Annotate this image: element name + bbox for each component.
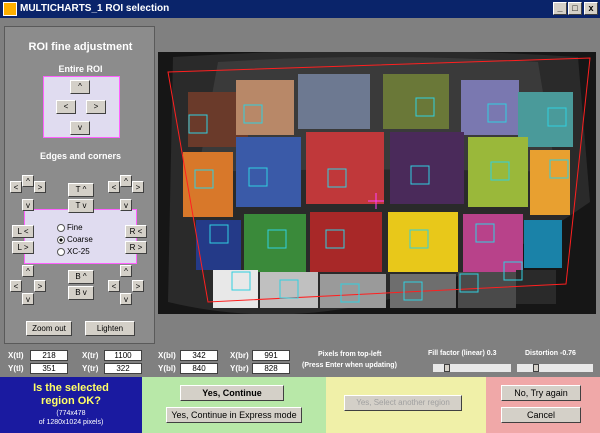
bl-right-button[interactable]: > — [34, 280, 46, 292]
br-left-button[interactable]: < — [108, 280, 120, 292]
maximize-button[interactable]: □ — [568, 2, 582, 15]
chart-image-svg — [158, 52, 596, 314]
bottom-up-button[interactable]: B ^ — [68, 270, 94, 284]
distortion-slider[interactable] — [516, 363, 594, 373]
panel-title: ROI fine adjustment — [28, 41, 133, 53]
entire-roi-box: ^ < > v — [43, 76, 120, 138]
pixels-hint-enter: (Press Enter when updating) — [302, 362, 397, 369]
ybl-input[interactable]: 840 — [180, 363, 218, 374]
bl-down-button[interactable]: v — [22, 293, 34, 305]
br-up-button[interactable]: ^ — [120, 265, 132, 277]
minimize-button[interactable]: _ — [553, 2, 567, 15]
fill-factor-label: Fill factor (linear) 0.3 — [428, 350, 497, 357]
lighten-button[interactable]: Lighten — [85, 321, 135, 336]
yes-continue-button[interactable]: Yes, Continue — [180, 385, 284, 401]
bl-left-button[interactable]: < — [10, 280, 22, 292]
ybr-input[interactable]: 828 — [252, 363, 290, 374]
tl-left-button[interactable]: < — [10, 181, 22, 193]
zoom-out-button[interactable]: Zoom out — [26, 321, 72, 336]
fill-factor-thumb[interactable] — [444, 364, 450, 372]
radio-coarse-dot — [57, 235, 65, 244]
tl-right-button[interactable]: > — [34, 181, 46, 193]
radio-xc25-dot — [57, 247, 65, 256]
question-line1: Is the selected — [33, 382, 109, 394]
select-another-region-button[interactable]: Yes, Select another region — [344, 395, 462, 411]
cancel-button[interactable]: Cancel — [501, 407, 581, 423]
tr-left-button[interactable]: < — [108, 181, 120, 193]
right-left-button[interactable]: R < — [125, 225, 147, 238]
coordinates-bar: X(tl) 218 Y(tl) 351 X(tr) 1100 Y(tr) 322… — [0, 347, 600, 377]
tr-down-button[interactable]: v — [120, 199, 132, 211]
xbr-label: X(br) — [230, 351, 249, 360]
window-title: MULTICHARTS_1 ROI selection — [20, 3, 170, 14]
retry-panel: No, Try again Cancel — [486, 377, 600, 433]
no-try-again-button[interactable]: No, Try again — [501, 385, 581, 401]
image-size: of 1280x1024 pixels) — [38, 419, 104, 426]
pixels-hint: Pixels from top-left — [318, 351, 382, 358]
left-left-button[interactable]: L < — [12, 225, 34, 238]
distortion-label: Distortion -0.76 — [525, 350, 576, 357]
fill-factor-slider[interactable] — [432, 363, 512, 373]
right-right-button[interactable]: R > — [125, 241, 147, 254]
xbl-label: X(bl) — [158, 351, 176, 360]
xtl-label: X(tl) — [8, 351, 24, 360]
ybr-label: Y(br) — [230, 364, 249, 373]
bottom-down-button[interactable]: B v — [68, 286, 94, 300]
roi-left-button[interactable]: < — [56, 100, 76, 114]
top-up-button[interactable]: T ^ — [68, 183, 94, 197]
chart-image[interactable] — [158, 52, 596, 314]
question-line2: region OK? — [41, 395, 101, 407]
roi-down-button[interactable]: v — [70, 121, 90, 135]
xbl-input[interactable]: 342 — [180, 350, 218, 361]
br-down-button[interactable]: v — [120, 293, 132, 305]
left-right-button[interactable]: L > — [12, 241, 34, 254]
roi-adjust-panel: ROI fine adjustment Entire ROI ^ < > v E… — [4, 26, 155, 344]
ytr-label: Y(tr) — [82, 364, 99, 373]
ytl-input[interactable]: 351 — [30, 363, 68, 374]
br-right-button[interactable]: > — [132, 280, 144, 292]
tr-right-button[interactable]: > — [132, 181, 144, 193]
tr-up-button[interactable]: ^ — [120, 175, 132, 187]
entire-roi-label: Entire ROI — [58, 64, 103, 74]
roi-up-button[interactable]: ^ — [70, 80, 90, 94]
roi-right-button[interactable]: > — [86, 100, 106, 114]
ytl-label: Y(tl) — [8, 364, 24, 373]
radio-coarse[interactable]: Coarse — [57, 235, 93, 244]
top-down-button[interactable]: T v — [68, 199, 94, 213]
region-size: (774x478 — [56, 410, 86, 417]
ytr-input[interactable]: 322 — [104, 363, 142, 374]
app-icon — [3, 2, 17, 16]
select-another-panel: Yes, Select another region — [326, 377, 486, 433]
distortion-thumb[interactable] — [533, 364, 539, 372]
xtr-label: X(tr) — [82, 351, 99, 360]
radio-fine-dot — [57, 223, 65, 232]
xtr-input[interactable]: 1100 — [104, 350, 142, 361]
xbr-input[interactable]: 991 — [252, 350, 290, 361]
bl-up-button[interactable]: ^ — [22, 265, 34, 277]
title-bar: MULTICHARTS_1 ROI selection _ □ x — [0, 0, 600, 18]
close-button[interactable]: x — [584, 2, 598, 15]
yes-express-button[interactable]: Yes, Continue in Express mode — [166, 407, 302, 423]
edges-corners-label: Edges and corners — [39, 151, 122, 161]
radio-fine[interactable]: Fine — [57, 223, 83, 232]
main-area: ROI fine adjustment Entire ROI ^ < > v E… — [0, 18, 600, 347]
xtl-input[interactable]: 218 — [30, 350, 68, 361]
question-panel: Is the selected region OK? (774x478 of 1… — [0, 377, 142, 433]
ybl-label: Y(bl) — [158, 364, 176, 373]
tl-up-button[interactable]: ^ — [22, 175, 34, 187]
radio-xc25[interactable]: XC-25 — [57, 247, 90, 256]
continue-panel: Yes, Continue Yes, Continue in Express m… — [142, 377, 326, 433]
tl-down-button[interactable]: v — [22, 199, 34, 211]
